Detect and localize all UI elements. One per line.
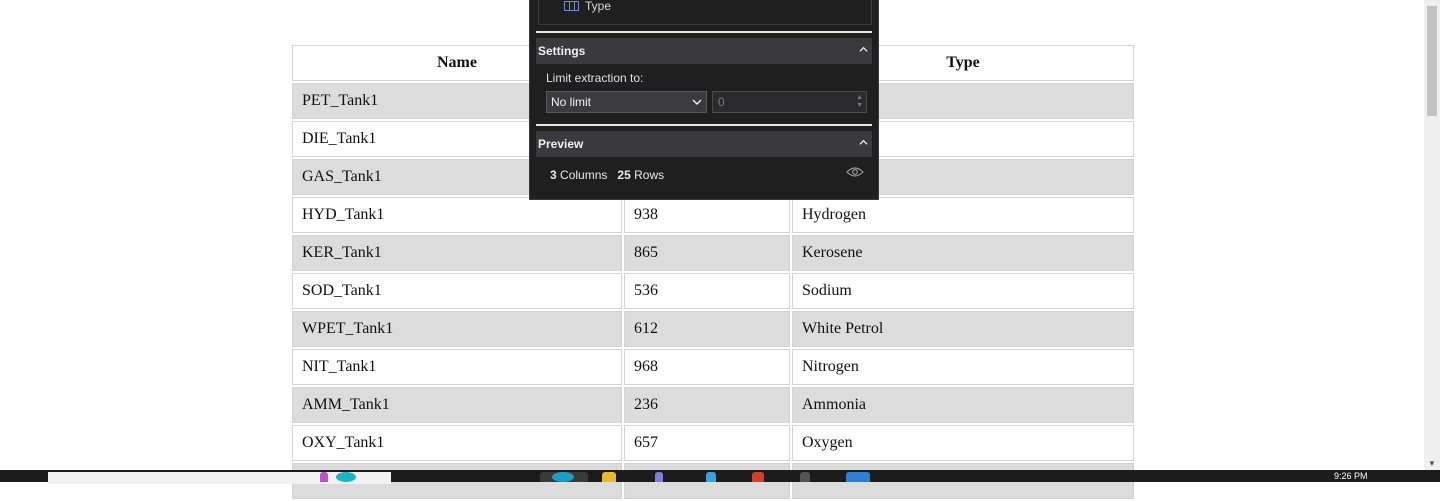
cell-value: 612 (624, 311, 790, 347)
columns-count: 3 (550, 168, 557, 182)
columns-label: Columns (560, 168, 608, 182)
limit-number-value: 0 (718, 95, 725, 109)
app-icon[interactable] (655, 472, 663, 482)
cell-name: KER_Tank1 (292, 235, 622, 271)
cell-value: 236 (624, 387, 790, 423)
cell-name: OXY_Tank1 (292, 425, 622, 461)
cell-value: 536 (624, 273, 790, 309)
table-row: WPET_Tank1 612 White Petrol (292, 311, 1134, 347)
table-row: OXY_Tank1 657 Oxygen (292, 425, 1134, 461)
chevron-up-icon[interactable] (859, 45, 868, 54)
search-highlight-icon (320, 472, 328, 482)
rows-count: 25 (617, 168, 631, 182)
eye-icon[interactable] (846, 166, 864, 178)
cell-type: White Petrol (792, 311, 1134, 347)
data-extraction-panel: Type Settings Limit extraction to: No li… (529, 0, 879, 200)
preview-section-header[interactable]: Preview (536, 131, 872, 157)
search-highlight-icon (336, 472, 356, 482)
cell-name: AMM_Tank1 (292, 387, 622, 423)
limit-extraction-label: Limit extraction to: (546, 71, 644, 85)
vertical-scrollbar[interactable]: ▼ (1424, 0, 1440, 470)
preview-title: Preview (538, 137, 584, 151)
settings-title: Settings (538, 44, 586, 58)
scroll-down-icon[interactable]: ▼ (1428, 459, 1436, 468)
app-icon[interactable] (800, 472, 810, 482)
spinner-arrows-icon[interactable]: ▲ ▼ (856, 94, 863, 110)
cell-type: Hydrogen (792, 197, 1134, 233)
cell-value: 968 (624, 349, 790, 385)
column-item-type[interactable]: Type (538, 0, 872, 25)
app-icon[interactable] (846, 472, 870, 482)
taskbar-clock: 9:26 PM (1334, 471, 1368, 481)
cell-type: Nitrogen (792, 349, 1134, 385)
table-row: NIT_Tank1 968 Nitrogen (292, 349, 1134, 385)
taskbar: 9:26 PM (0, 470, 1440, 484)
cell-name: SOD_Tank1 (292, 273, 622, 309)
scrollbar-thumb[interactable] (1427, 6, 1437, 116)
chevron-up-icon[interactable] (859, 138, 868, 147)
divider (536, 124, 872, 126)
cell-name: NIT_Tank1 (292, 349, 622, 385)
table-row: KER_Tank1 865 Kerosene (292, 235, 1134, 271)
limit-number-input[interactable]: 0 ▲ ▼ (712, 91, 867, 113)
table-column-icon (564, 1, 579, 11)
table-row: HYD_Tank1 938 Hydrogen (292, 197, 1134, 233)
browser-app-icon[interactable] (552, 472, 574, 482)
settings-section-header[interactable]: Settings (536, 38, 872, 64)
preview-stats: 3 Columns 25 Rows (550, 168, 664, 182)
cell-name: WPET_Tank1 (292, 311, 622, 347)
table-row: AMM_Tank1 236 Ammonia (292, 387, 1134, 423)
table-row: SOD_Tank1 536 Sodium (292, 273, 1134, 309)
cell-type: Ammonia (792, 387, 1134, 423)
code-editor-icon[interactable] (706, 472, 716, 482)
cell-value: 865 (624, 235, 790, 271)
cell-type: Kerosene (792, 235, 1134, 271)
file-explorer-icon[interactable] (602, 472, 616, 482)
limit-select[interactable]: No limit (546, 91, 707, 113)
cell-type: Sodium (792, 273, 1134, 309)
divider (536, 31, 872, 33)
chevron-down-icon (692, 99, 702, 105)
cell-type: Oxygen (792, 425, 1134, 461)
cell-name: HYD_Tank1 (292, 197, 622, 233)
limit-select-value: No limit (551, 95, 592, 109)
cell-value: 657 (624, 425, 790, 461)
cell-value: 938 (624, 197, 790, 233)
rows-label: Rows (634, 168, 665, 182)
column-item-label: Type (585, 0, 612, 13)
app-icon[interactable] (752, 472, 764, 482)
